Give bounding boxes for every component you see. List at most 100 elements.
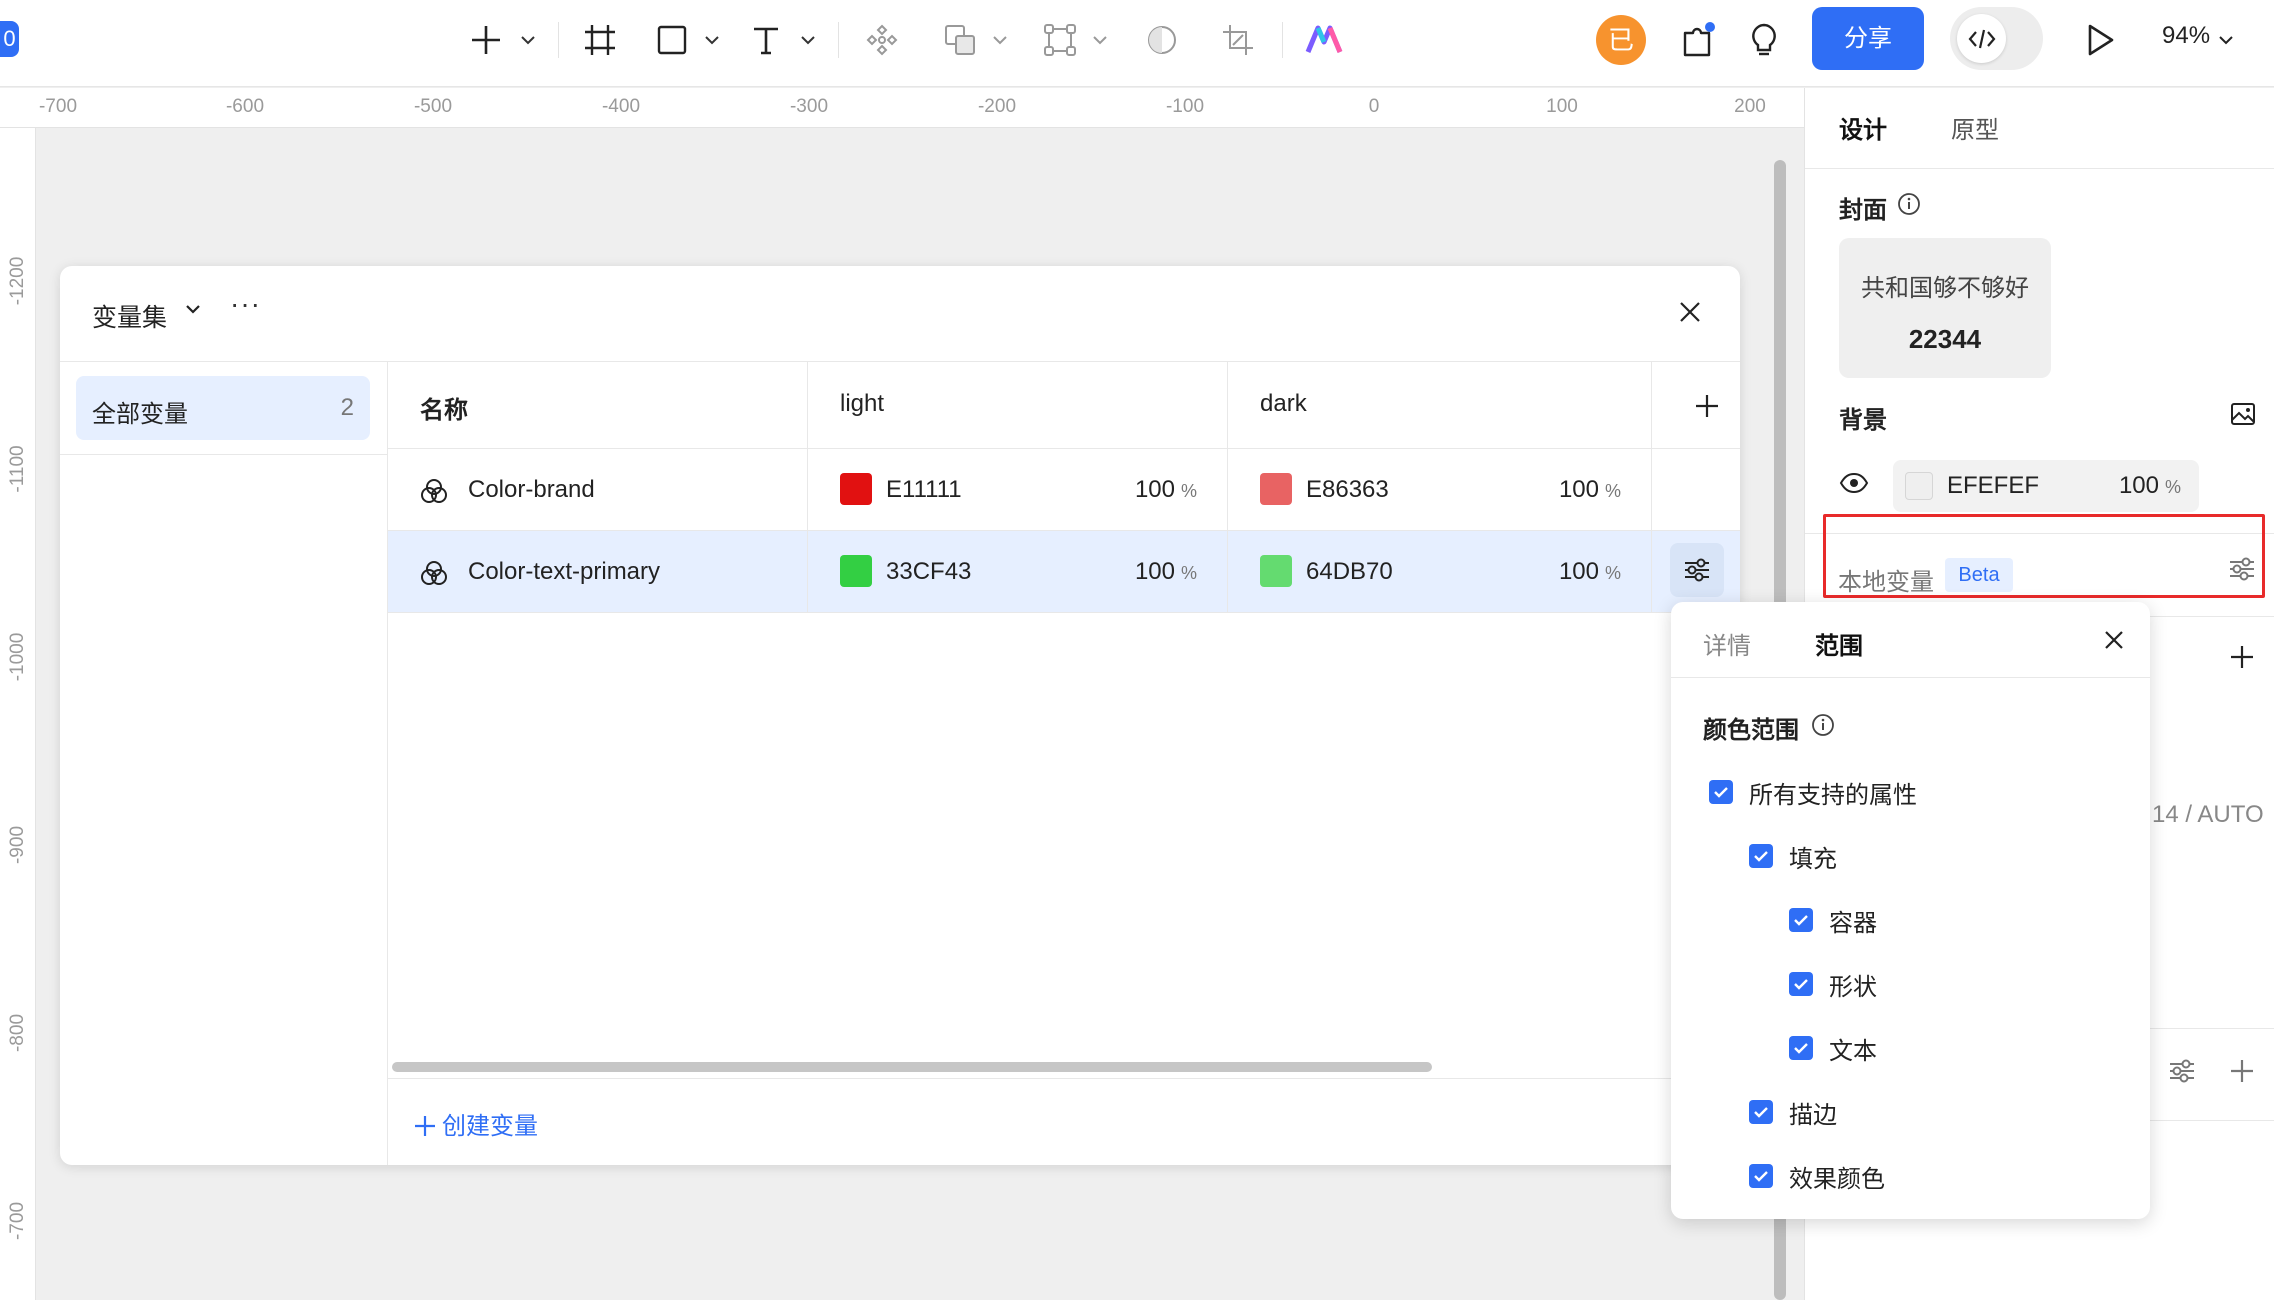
- cover-thumbnail[interactable]: 共和国够不够好 22344: [1839, 238, 2051, 378]
- table-row[interactable]: Color-brand E11111 100% E86363 100%: [388, 449, 1740, 531]
- checkbox-checked-icon[interactable]: [1749, 1164, 1773, 1188]
- text-tool-icon[interactable]: [748, 18, 784, 62]
- column-header-light[interactable]: light: [808, 362, 1228, 449]
- zoom-level[interactable]: 94%: [2162, 22, 2210, 50]
- scope-option-frame[interactable]: 容器: [1789, 900, 1877, 940]
- crop-icon[interactable]: [1218, 18, 1258, 62]
- variables-panel: 变量集 ··· 全部变量 2 名称 light dark Color-brand…: [60, 266, 1740, 1165]
- create-variable-button[interactable]: 创建变量: [414, 1106, 538, 1144]
- ruler-tick: -700: [38, 96, 78, 117]
- scope-option-fill[interactable]: 填充: [1749, 836, 1837, 876]
- sliders-icon[interactable]: [2167, 1058, 2197, 1089]
- plus-icon: [414, 1115, 436, 1144]
- variable-name-cell[interactable]: Color-brand: [388, 449, 808, 531]
- eye-icon[interactable]: [1839, 472, 1869, 499]
- cover-label: 封面: [1839, 197, 1887, 224]
- close-icon[interactable]: [1676, 298, 1704, 331]
- chevron-down-icon[interactable]: [2214, 18, 2238, 62]
- color-variable-icon: [420, 559, 448, 592]
- hex-value: 64DB70: [1306, 558, 1393, 585]
- tab-prototype[interactable]: 原型: [1951, 110, 1999, 145]
- background-color-field[interactable]: EFEFEF 100%: [1893, 460, 2199, 512]
- sidebar-item-all-variables[interactable]: 全部变量 2: [76, 376, 370, 440]
- checkbox-checked-icon[interactable]: [1789, 972, 1813, 996]
- boolean-icon[interactable]: [940, 18, 980, 62]
- scope-option-text[interactable]: 文本: [1789, 1028, 1877, 1068]
- file-badge[interactable]: 0: [0, 21, 19, 57]
- rectangle-icon[interactable]: [654, 18, 690, 62]
- tab-scope[interactable]: 范围: [1815, 626, 1863, 661]
- table-row[interactable]: Color-text-primary 33CF43 100% 64DB70 10…: [388, 531, 1740, 613]
- ruler-tick: -900: [7, 825, 28, 865]
- chevron-down-icon[interactable]: [796, 18, 820, 62]
- plugin-icon[interactable]: [1676, 18, 1720, 62]
- chevron-down-icon[interactable]: [516, 18, 540, 62]
- dark-value-cell[interactable]: E86363 100%: [1228, 449, 1652, 531]
- checkbox-checked-icon[interactable]: [1749, 1100, 1773, 1124]
- mask-icon[interactable]: [1142, 18, 1182, 62]
- color-swatch[interactable]: [1260, 473, 1292, 505]
- scope-option-stroke[interactable]: 描边: [1749, 1092, 1837, 1132]
- play-icon[interactable]: [2080, 18, 2120, 62]
- ruler-tick: -100: [1165, 96, 1205, 117]
- ruler-tick: -1000: [7, 632, 28, 682]
- table-horizontal-scrollbar[interactable]: [392, 1062, 1432, 1072]
- ai-plugin-icon[interactable]: [1302, 18, 1348, 62]
- tab-details[interactable]: 详情: [1703, 626, 1751, 661]
- close-icon[interactable]: [2102, 628, 2126, 657]
- light-value-cell[interactable]: 33CF43 100%: [808, 531, 1228, 613]
- column-header-label: dark: [1260, 390, 1307, 417]
- frame-icon[interactable]: [580, 18, 620, 62]
- toolbar-divider: [838, 22, 839, 58]
- column-header-label: light: [840, 390, 885, 417]
- scope-option-all[interactable]: 所有支持的属性: [1709, 772, 1917, 812]
- add-icon[interactable]: [466, 18, 506, 62]
- checkbox-checked-icon[interactable]: [1749, 844, 1773, 868]
- text-size-value[interactable]: 14 / AUTO: [2152, 801, 2264, 829]
- more-options-button[interactable]: ···: [230, 288, 261, 320]
- column-header-dark[interactable]: dark: [1228, 362, 1652, 449]
- scope-option-label: 效果颜色: [1789, 1165, 1885, 1193]
- variable-settings-button[interactable]: [1670, 543, 1724, 597]
- color-swatch[interactable]: [1260, 555, 1292, 587]
- share-button[interactable]: 分享: [1812, 7, 1924, 70]
- chevron-down-icon[interactable]: [1088, 18, 1112, 62]
- info-icon[interactable]: [1897, 192, 1921, 221]
- color-swatch[interactable]: [840, 473, 872, 505]
- color-swatch[interactable]: [840, 555, 872, 587]
- tab-design[interactable]: 设计: [1839, 110, 1887, 145]
- chevron-down-icon[interactable]: [700, 18, 724, 62]
- divider: [1671, 677, 2150, 678]
- ruler-tick: -700: [7, 1201, 28, 1241]
- dev-mode-toggle[interactable]: [1950, 7, 2043, 70]
- sidebar-item-count: 2: [340, 394, 354, 421]
- ruler-tick: 0: [1368, 96, 1380, 117]
- checkbox-checked-icon[interactable]: [1789, 908, 1813, 932]
- dark-value-cell[interactable]: 64DB70 100%: [1228, 531, 1652, 613]
- scope-option-label: 形状: [1829, 973, 1877, 1001]
- scope-option-effect-color[interactable]: 效果颜色: [1749, 1156, 1885, 1196]
- add-icon[interactable]: [2229, 644, 2255, 675]
- info-icon[interactable]: [1811, 713, 1835, 742]
- chevron-down-icon[interactable]: [988, 18, 1012, 62]
- highlight-box: [1823, 514, 2265, 598]
- image-fill-icon[interactable]: [2229, 400, 2257, 433]
- vector-network-icon[interactable]: [1040, 18, 1080, 62]
- light-value-cell[interactable]: E11111 100%: [808, 449, 1228, 531]
- color-swatch[interactable]: [1905, 472, 1933, 500]
- user-avatar[interactable]: 已: [1596, 15, 1646, 65]
- add-icon[interactable]: [2229, 1058, 2255, 1089]
- add-mode-icon[interactable]: [1662, 362, 1740, 449]
- component-icon[interactable]: [862, 18, 902, 62]
- checkbox-checked-icon[interactable]: [1789, 1036, 1813, 1060]
- variable-name-cell[interactable]: Color-text-primary: [388, 531, 808, 613]
- variables-sidebar: 全部变量 2: [60, 362, 388, 1165]
- checkbox-checked-icon[interactable]: [1709, 780, 1733, 804]
- scope-option-shape[interactable]: 形状: [1789, 964, 1877, 1004]
- variables-panel-header: 变量集 ···: [60, 266, 1740, 362]
- opacity-value: 100%: [2118, 472, 2181, 499]
- ruler-tick: -800: [7, 1013, 28, 1053]
- collection-title[interactable]: 变量集: [92, 298, 167, 334]
- lightbulb-icon[interactable]: [1744, 18, 1784, 62]
- chevron-down-icon[interactable]: [184, 300, 202, 323]
